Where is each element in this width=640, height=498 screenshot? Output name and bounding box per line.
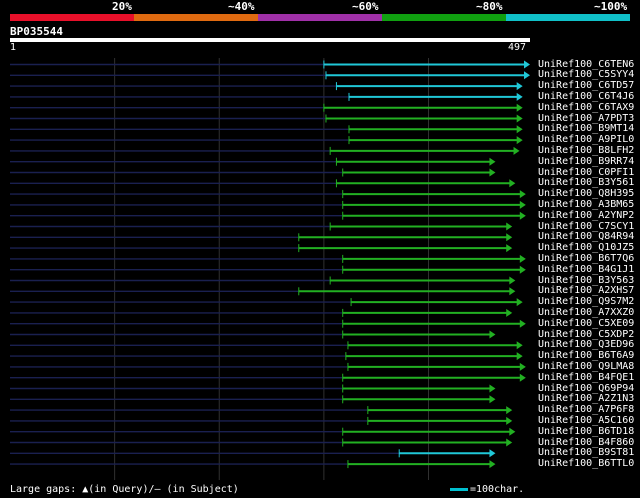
hit-label[interactable]: UniRef100_A9PIL0: [538, 134, 634, 145]
hit-arrow-icon: [506, 222, 513, 231]
hit-label[interactable]: UniRef100_Q9S7M2: [538, 296, 634, 307]
hit-arrow-icon: [489, 449, 496, 458]
hit-label[interactable]: UniRef100_C0PFI1: [538, 167, 634, 178]
hit-label[interactable]: UniRef100_B9ST81: [538, 447, 634, 458]
hit-label[interactable]: UniRef100_A2Z1N3: [538, 393, 634, 404]
scale-swatch: [450, 488, 468, 491]
hit-label[interactable]: UniRef100_A7P6F8: [538, 404, 634, 415]
hit-arrow-icon: [506, 406, 513, 415]
hit-arrow-icon: [506, 244, 513, 253]
hit-label[interactable]: UniRef100_B8LFH2: [538, 145, 634, 156]
hit-arrow-icon: [516, 92, 523, 101]
hit-label[interactable]: UniRef100_Q84R94: [538, 231, 634, 242]
hit-arrow-icon: [519, 211, 526, 220]
hit-arrow-icon: [509, 427, 516, 436]
hit-arrow-icon: [506, 416, 513, 425]
hit-arrow-icon: [516, 136, 523, 145]
hit-label[interactable]: UniRef100_B6T7Q6: [538, 253, 634, 264]
hit-label[interactable]: UniRef100_Q69P94: [538, 383, 634, 394]
hit-arrow-icon: [509, 276, 516, 285]
hit-label[interactable]: UniRef100_C5SYY4: [538, 69, 634, 80]
hit-label[interactable]: UniRef100_B4G1J1: [538, 264, 634, 275]
hit-arrow-icon: [519, 362, 526, 371]
hit-label[interactable]: UniRef100_A7XXZ0: [538, 307, 634, 318]
hit-label[interactable]: UniRef100_Q9LMA8: [538, 361, 634, 372]
scale-key: =100char.: [450, 484, 524, 495]
hit-label[interactable]: UniRef100_C6TEN6: [538, 59, 634, 70]
hit-label[interactable]: UniRef100_Q8H395: [538, 188, 634, 199]
hit-label[interactable]: UniRef100_B9MT14: [538, 123, 634, 134]
hit-label[interactable]: UniRef100_B9RR74: [538, 156, 634, 167]
hit-arrow-icon: [513, 146, 520, 155]
hit-arrow-icon: [489, 460, 496, 469]
hit-arrow-icon: [489, 395, 496, 404]
hit-label[interactable]: UniRef100_B3Y563: [538, 275, 634, 286]
hit-label[interactable]: UniRef100_B6TD18: [538, 426, 634, 437]
hit-label[interactable]: UniRef100_A5C160: [538, 415, 634, 426]
scale-key-label: =100char.: [470, 484, 525, 495]
hit-arrow-icon: [516, 298, 523, 307]
hit-arrow-icon: [516, 125, 523, 134]
hit-arrow-icon: [516, 352, 523, 361]
hit-arrow-icon: [489, 330, 496, 339]
hit-arrow-icon: [489, 384, 496, 393]
hit-arrow-icon: [519, 373, 526, 382]
hit-arrow-icon: [506, 308, 513, 317]
hit-arrow-icon: [516, 114, 523, 123]
hit-label[interactable]: UniRef100_C5XDP2: [538, 329, 634, 340]
hit-arrow-icon: [516, 82, 523, 91]
hit-arrow-icon: [519, 265, 526, 274]
hit-label[interactable]: UniRef100_A7PDT3: [538, 113, 634, 124]
hit-arrow-icon: [519, 200, 526, 209]
hit-arrow-icon: [506, 233, 513, 242]
hit-arrow-icon: [519, 190, 526, 199]
hit-label[interactable]: UniRef100_B4F860: [538, 437, 634, 448]
hit-arrow-icon: [509, 287, 516, 296]
hit-arrow-icon: [489, 157, 496, 166]
hit-arrow-icon: [509, 179, 516, 188]
blast-overview-panel: 20% ~40% ~60% ~80% ~100% BP035544 1 497 …: [0, 0, 640, 498]
hit-label[interactable]: UniRef100_Q3ED96: [538, 339, 634, 350]
hit-label[interactable]: UniRef100_Q10JZ5: [538, 242, 634, 253]
hit-label[interactable]: UniRef100_B3Y561: [538, 177, 634, 188]
hit-label[interactable]: UniRef100_C6TAX9: [538, 102, 634, 113]
large-gaps-legend: Large gaps: ▲(in Query)/– (in Subject): [10, 484, 239, 495]
hit-label[interactable]: UniRef100_A2XHS7: [538, 285, 634, 296]
hit-label[interactable]: UniRef100_C6TD57: [538, 80, 634, 91]
hit-arrow-icon: [524, 71, 530, 80]
hit-label[interactable]: UniRef100_B6TTL0: [538, 458, 634, 469]
hit-label[interactable]: UniRef100_C7SCY1: [538, 221, 634, 232]
hit-label[interactable]: UniRef100_C6T4J6: [538, 91, 634, 102]
hit-arrow-icon: [524, 60, 530, 69]
hit-label[interactable]: UniRef100_C5XE09: [538, 318, 634, 329]
hit-label[interactable]: UniRef100_A2YNP2: [538, 210, 634, 221]
hit-arrow-icon: [489, 168, 496, 177]
hit-arrow-icon: [519, 254, 526, 263]
hit-arrow-icon: [516, 103, 523, 112]
hit-label[interactable]: UniRef100_B6T6A9: [538, 350, 634, 361]
hit-arrow-icon: [506, 438, 513, 447]
hit-label[interactable]: UniRef100_B4FQE1: [538, 372, 634, 383]
hit-arrow-icon: [519, 319, 526, 328]
hit-arrow-icon: [516, 341, 523, 350]
hit-label[interactable]: UniRef100_A3BM65: [538, 199, 634, 210]
